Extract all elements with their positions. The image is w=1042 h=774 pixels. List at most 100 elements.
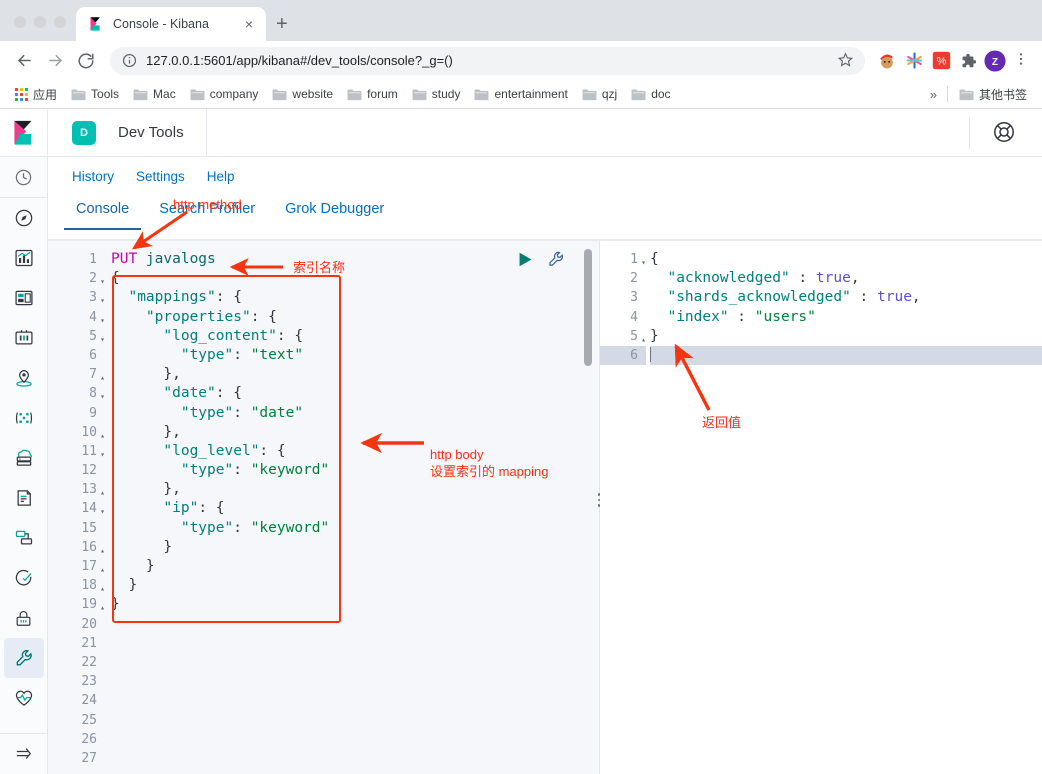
machine-learning-icon[interactable] xyxy=(4,398,44,438)
code-token: "acknowledged" xyxy=(667,270,790,287)
maps-icon[interactable] xyxy=(4,358,44,398)
code-token: } xyxy=(111,596,120,613)
forward-button[interactable] xyxy=(41,47,69,75)
nav-link-help[interactable]: Help xyxy=(207,169,235,184)
bookmark-star-icon[interactable] xyxy=(837,51,854,70)
site-info-icon[interactable] xyxy=(122,53,137,68)
play-run-request-icon[interactable] xyxy=(517,251,534,273)
recently-viewed-icon[interactable] xyxy=(4,157,44,197)
bookmark-item[interactable]: company xyxy=(183,84,266,104)
bookmark-item[interactable]: forum xyxy=(340,84,405,104)
line-number: 21 xyxy=(81,635,97,651)
line-number: 4 xyxy=(630,309,638,325)
profile-avatar[interactable]: Z xyxy=(983,49,1007,73)
line-number: 22 xyxy=(81,654,97,670)
reload-button[interactable] xyxy=(72,47,100,75)
minimize-window-dot[interactable] xyxy=(34,16,46,28)
visualize-chart-icon[interactable] xyxy=(4,238,44,278)
dev-tools-tabs: Console Search Profiler Grok Debugger xyxy=(48,195,1042,241)
infrastructure-icon[interactable] xyxy=(4,438,44,478)
puzzle-piece-extensions-icon[interactable] xyxy=(956,49,980,73)
tab-console[interactable]: Console xyxy=(63,201,142,230)
kibana-logo-mark[interactable] xyxy=(0,108,48,157)
apm-icon[interactable] xyxy=(4,518,44,558)
maximize-window-dot[interactable] xyxy=(54,16,66,28)
code-token: "text" xyxy=(250,346,304,363)
dashboard-icon[interactable] xyxy=(4,278,44,318)
code-line: { xyxy=(650,250,1042,269)
code-token: } xyxy=(111,558,155,574)
request-options-wrench-icon[interactable] xyxy=(547,250,565,273)
santa-avatar-extension-icon[interactable] xyxy=(875,49,899,73)
logs-icon[interactable] xyxy=(4,478,44,518)
request-scrollbar-thumb[interactable] xyxy=(584,249,592,366)
code-token: : { xyxy=(215,385,242,402)
line-number: 10 ▴ xyxy=(48,423,105,442)
collapse-sidebar-arrow-icon[interactable] xyxy=(4,734,44,774)
apps-grid-icon xyxy=(15,87,28,101)
bookmark-folder-list: Tools Mac company website forum study entertai… xyxy=(64,84,678,104)
bookmark-item[interactable]: entertainment xyxy=(467,84,574,104)
uptime-icon[interactable] xyxy=(4,558,44,598)
canvas-icon[interactable] xyxy=(4,318,44,358)
request-line-numbers: 1 2 ▾ 3 ▾ 4 ▾ 5 ▾ 6 7 ▴ 8 ▾ 9 10 ▴ 11 ▾ 12 13 ▴ 14 ▾ 15 16 ▴ 17 ▴ 18 ▴… xyxy=(48,241,105,774)
line-number: 26 xyxy=(81,731,97,747)
bookmark-item[interactable]: Tools xyxy=(64,84,126,104)
bookmark-label: Mac xyxy=(153,87,176,101)
line-number: 13 ▴ xyxy=(48,480,105,499)
bookmark-other-bookmarks[interactable]: 其他书签 xyxy=(952,83,1034,106)
colorful-asterisk-extension-icon[interactable] xyxy=(902,49,926,73)
bookmark-item[interactable]: Mac xyxy=(126,84,183,104)
browser-tab[interactable]: Console - Kibana × xyxy=(76,7,266,41)
help-lifebuoy-icon[interactable] xyxy=(992,120,1018,146)
kibana-body: History Settings Help Console Search Profil… xyxy=(0,157,1042,774)
back-button[interactable] xyxy=(10,47,38,75)
dev-tools-nav-links: History Settings Help xyxy=(48,157,1042,195)
code-token: : xyxy=(233,462,251,479)
pane-resize-handle[interactable] xyxy=(593,486,605,514)
text-caret xyxy=(650,346,651,362)
bookmark-apps[interactable]: 应用 xyxy=(8,83,64,106)
console-response-pane[interactable]: 1 ▾ 2 3 4 5 ▴ 6 { "acknowledged" : true, "shard… xyxy=(600,241,1042,774)
security-lock-icon[interactable] xyxy=(4,598,44,638)
bookmark-apps-label: 应用 xyxy=(33,87,58,102)
dev-tools-app-badge: D xyxy=(72,120,96,145)
red-square-extension-icon[interactable]: % xyxy=(929,49,953,73)
address-bar[interactable]: 127.0.0.1:5601/app/kibana#/dev_tools/con… xyxy=(110,46,865,75)
bookmark-item[interactable]: qzj xyxy=(575,84,624,104)
nav-link-history[interactable]: History xyxy=(72,169,114,184)
kebab-menu-icon[interactable] xyxy=(1010,51,1032,70)
code-token: : xyxy=(233,404,251,421)
line-number: 6 xyxy=(600,345,646,366)
code-line: "log_level": { xyxy=(111,442,599,461)
code-token: "index" xyxy=(667,308,729,325)
code-token: , xyxy=(911,289,921,306)
close-tab-icon[interactable]: × xyxy=(240,16,258,32)
code-token: }, xyxy=(111,423,181,440)
request-editor[interactable]: PUT javalogs{ "mappings": { "properties"… xyxy=(105,241,599,774)
nav-link-settings[interactable]: Settings xyxy=(136,169,185,184)
kibana-logo-icon xyxy=(88,16,104,32)
discover-compass-icon[interactable] xyxy=(4,198,44,238)
close-window-dot[interactable] xyxy=(14,16,26,28)
tab-grok-debugger[interactable]: Grok Debugger xyxy=(281,201,388,230)
code-token: "ip" xyxy=(163,500,199,517)
console-request-pane[interactable]: 1 2 ▾ 3 ▾ 4 ▾ 5 ▾ 6 7 ▴ 8 ▾ 9 10 ▴ 11 ▾ 12 13 ▴ 14 ▾ 15 16 ▴ 17 ▴ 18 ▴… xyxy=(48,241,600,774)
bookmark-item[interactable]: doc xyxy=(624,84,677,104)
new-tab-button[interactable]: + xyxy=(276,14,288,34)
monitoring-heartbeat-icon[interactable] xyxy=(4,678,44,718)
tab-search-profiler[interactable]: Search Profiler xyxy=(155,201,259,230)
code-token: "type" xyxy=(180,346,234,363)
kibana-app: D Dev Tools History Settings Help Consol… xyxy=(0,108,1042,774)
dev-tools-wrench-icon[interactable] xyxy=(3,638,44,678)
bookmark-label: forum xyxy=(367,87,398,101)
code-token: : { xyxy=(250,308,277,325)
response-editor[interactable]: { "acknowledged" : true, "shards_acknowl… xyxy=(646,241,1042,774)
bookmarks-overflow-icon[interactable]: » xyxy=(924,87,943,102)
bookmark-item[interactable]: study xyxy=(405,84,468,104)
code-line: }, xyxy=(111,480,599,499)
line-number: 5 ▾ xyxy=(48,327,105,346)
bookmark-item[interactable]: website xyxy=(265,84,340,104)
